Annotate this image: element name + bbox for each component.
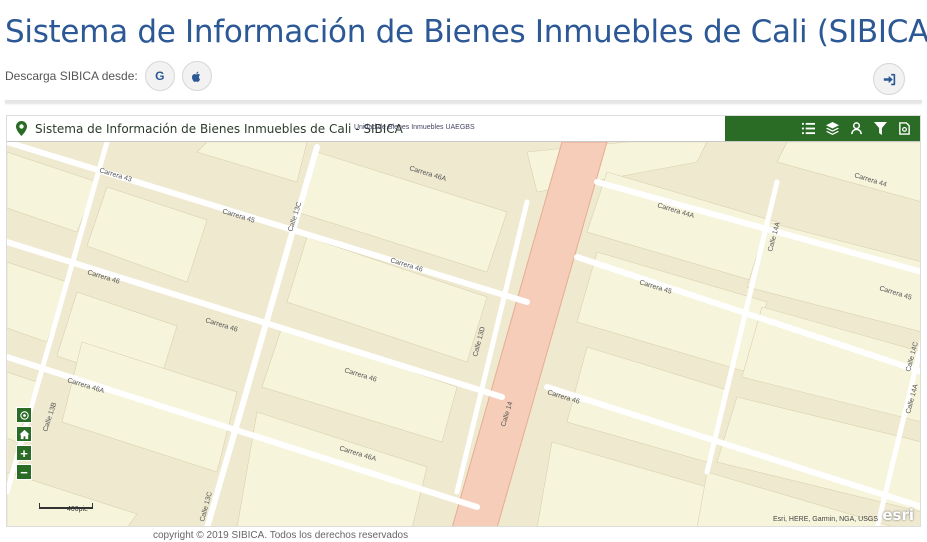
analysis-icon — [850, 122, 862, 135]
layers-icon — [825, 122, 839, 135]
zoom-out-icon: − — [20, 464, 28, 480]
footer-copyright: copyright © 2019 SIBICA. Todos los derec… — [153, 530, 409, 541]
zoom-out-button[interactable]: − — [16, 464, 32, 480]
header-divider — [5, 100, 922, 103]
google-icon: G — [155, 69, 165, 83]
layers-button[interactable] — [820, 119, 844, 139]
map-title: Sistema de Información de Bienes Inmuebl… — [35, 122, 403, 136]
map-toolbar — [725, 116, 920, 141]
home-button[interactable] — [16, 426, 32, 442]
locate-icon — [19, 410, 29, 420]
apple-icon — [192, 71, 201, 82]
login-button[interactable] — [873, 63, 905, 95]
list-icon — [801, 122, 815, 135]
sign-in-icon — [883, 73, 895, 85]
map-pin-icon — [16, 121, 27, 136]
filter-button[interactable] — [868, 119, 892, 139]
map-controls: + − — [16, 407, 32, 480]
locate-button[interactable] — [16, 407, 32, 423]
google-play-button[interactable]: G — [144, 61, 175, 91]
download-row: Descarga SIBICA desde: G — [5, 61, 219, 91]
basemap: Carrera 43 Carrera 45 Carrera 46 Carrera… — [7, 142, 920, 526]
legend-button[interactable] — [796, 119, 820, 139]
app-store-button[interactable] — [181, 61, 212, 91]
map-canvas[interactable]: Carrera 43 Carrera 45 Carrera 46 Carrera… — [7, 142, 920, 526]
print-button[interactable] — [892, 119, 916, 139]
map-attribution[interactable]: Esri, HERE, Garmin, NGA, USGS — [773, 516, 878, 523]
map-header: Sistema de Información de Bienes Inmuebl… — [7, 116, 920, 142]
download-label: Descarga SIBICA desde: — [5, 69, 138, 83]
zoom-in-icon: + — [20, 445, 28, 461]
filter-icon — [873, 122, 887, 135]
esri-logo[interactable]: esri — [882, 506, 914, 524]
analysis-button[interactable] — [844, 119, 868, 139]
zoom-in-button[interactable]: + — [16, 445, 32, 461]
map-subtitle: Unidad de Bienes Inmuebles UAEGBS — [354, 124, 475, 131]
map-viewer: Sistema de Información de Bienes Inmuebl… — [6, 115, 921, 527]
page-title: Sistema de Información de Bienes Inmuebl… — [5, 14, 927, 50]
scale-label: 400pie — [67, 506, 89, 513]
print-icon — [898, 122, 910, 135]
home-icon — [18, 429, 30, 439]
